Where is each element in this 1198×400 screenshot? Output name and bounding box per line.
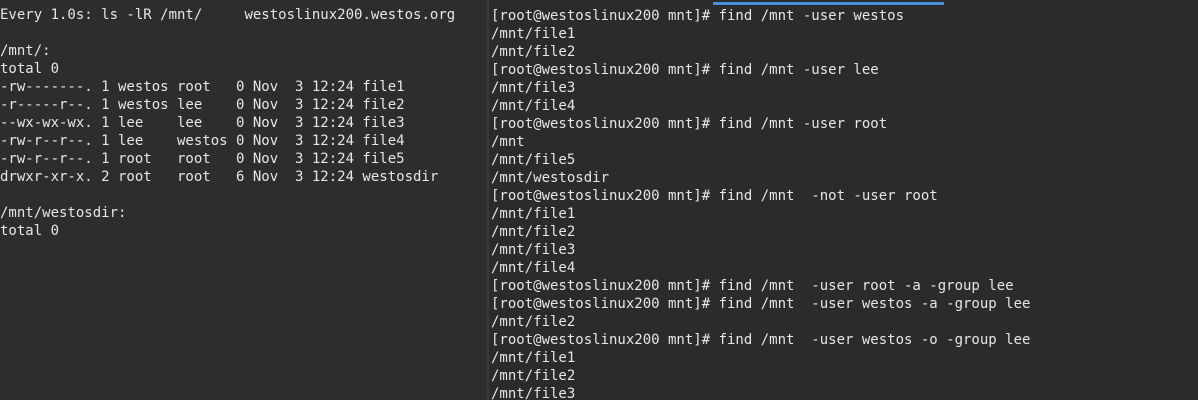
shell-output-line: /mnt/file3 [491, 80, 576, 96]
shell-output-line: /mnt/file2 [491, 368, 576, 384]
watch-output-line: --wx-wx-wx. 1 lee lee 0 Nov 3 12:24 file… [0, 115, 405, 131]
shell-output-line: /mnt/file3 [491, 386, 576, 400]
watch-output-line: drwxr-xr-x. 2 root root 6 Nov 3 12:24 we… [0, 169, 439, 185]
shell-output-line: /mnt/file3 [491, 242, 576, 258]
shell-output-line: /mnt/file1 [491, 350, 576, 366]
watch-output: Every 1.0s: ls -lR /mnt/ westoslinux200.… [0, 6, 455, 240]
shell-output-line: [root@westoslinux200 mnt]# find /mnt -us… [491, 62, 879, 78]
shell-output-line: [root@westoslinux200 mnt]# find /mnt -us… [491, 296, 1031, 312]
shell-output-line: /mnt/file4 [491, 98, 576, 114]
shell-output-line: [root@westoslinux200 mnt]# find /mnt -us… [491, 116, 888, 132]
watch-output-line [0, 186, 455, 204]
watch-output-line: /mnt/: [0, 43, 51, 59]
watch-hostname: westoslinux200.westos.org [244, 7, 456, 23]
watch-output-line: total 0 [0, 61, 60, 77]
shell-output-line: /mnt/file2 [491, 44, 576, 60]
shell-output-line: /mnt/file5 [491, 152, 576, 168]
shell-output-line: /mnt/file1 [491, 206, 576, 222]
watch-output-line: /mnt/westosdir: [0, 205, 127, 221]
watch-command: Every 1.0s: ls -lR /mnt/ [0, 7, 203, 23]
terminal-screen: Every 1.0s: ls -lR /mnt/ westoslinux200.… [0, 0, 1198, 400]
active-pane-indicator [713, 2, 944, 5]
watch-output-line [0, 24, 455, 42]
watch-pane[interactable]: Every 1.0s: ls -lR /mnt/ westoslinux200.… [0, 0, 488, 400]
shell-pane[interactable]: [root@westoslinux200 mnt]# find /mnt -us… [489, 0, 1198, 400]
watch-output-line: -rw-------. 1 westos root 0 Nov 3 12:24 … [0, 79, 405, 95]
watch-output-line: -rw-r--r--. 1 root root 0 Nov 3 12:24 fi… [0, 151, 405, 167]
shell-output-line: [root@westoslinux200 mnt]# find /mnt -us… [491, 278, 1014, 294]
shell-output: [root@westoslinux200 mnt]# find /mnt -us… [491, 7, 1030, 400]
watch-output-line: -r-----r--. 1 westos lee 0 Nov 3 12:24 f… [0, 97, 405, 113]
shell-output-line: [root@westoslinux200 mnt]# find /mnt -us… [491, 332, 1031, 348]
shell-output-line: /mnt/file4 [491, 260, 576, 276]
watch-header: Every 1.0s: ls -lR /mnt/ westoslinux200.… [0, 6, 455, 24]
watch-output-line: -rw-r--r--. 1 lee westos 0 Nov 3 12:24 f… [0, 133, 405, 149]
shell-output-line: /mnt [491, 134, 525, 150]
shell-output-line: /mnt/file1 [491, 26, 576, 42]
shell-output-line: /mnt/file2 [491, 314, 576, 330]
shell-output-line: [root@westoslinux200 mnt]# find /mnt -us… [491, 8, 905, 24]
shell-output-line: [root@westoslinux200 mnt]# find /mnt -no… [491, 188, 938, 204]
shell-output-line: /mnt/westosdir [491, 170, 610, 186]
watch-output-line: total 0 [0, 223, 60, 239]
shell-output-line: /mnt/file2 [491, 224, 576, 240]
